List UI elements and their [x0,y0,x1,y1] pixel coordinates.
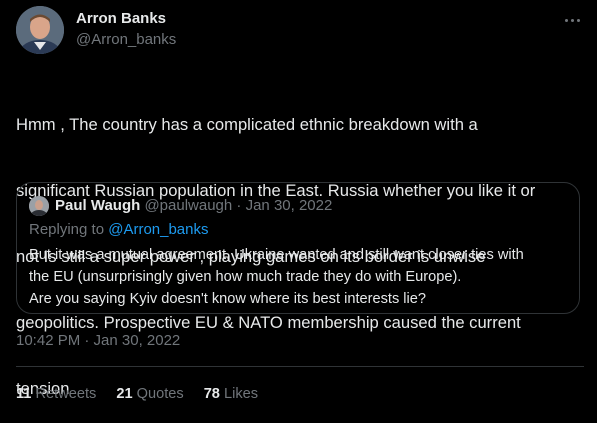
author-avatar[interactable] [16,6,64,54]
quoted-tweet-header: Paul Waugh @paulwaugh · Jan 30, 2022 [55,197,332,214]
retweets-stat[interactable]: 11 Retweets [16,386,96,402]
quoted-text-line: But it was a mutual agreement, Ukraine w… [29,247,524,263]
quotes-count: 21 [116,386,137,402]
divider [16,366,584,367]
more-horizontal-icon [563,18,581,22]
replying-to-prefix: Replying to [29,221,109,238]
quoted-text-line: Are you saying Kyiv doesn't know where i… [29,291,427,307]
retweets-label: Retweets [35,386,97,402]
replying-to-link[interactable]: @Arron_banks [108,221,208,238]
likes-label: Likes [223,386,259,402]
tweet-text-line: geopolitics. Prospective EU & NATO membe… [16,313,521,332]
quoted-author-avatar[interactable] [29,196,49,216]
quoted-author-name[interactable]: Paul Waugh [55,197,144,214]
tweet-stats: 11 Retweets 21 Quotes 78 Likes [16,386,278,402]
quotes-label: Quotes [136,386,184,402]
quoted-date[interactable]: Jan 30, 2022 [246,197,333,214]
quoted-separator: · [236,197,246,214]
quotes-stat[interactable]: 21 Quotes [116,386,183,402]
quoted-author-handle[interactable]: @paulwaugh [144,197,236,214]
more-options-button[interactable] [560,10,584,30]
quoted-replying-to: Replying to @Arron_banks [29,221,209,238]
quoted-tweet-card[interactable]: Paul Waugh @paulwaugh · Jan 30, 2022 Rep… [16,182,580,314]
quoted-text-line: the EU (unsurprisingly given how much tr… [29,269,462,285]
tweet-text-line: Hmm , The country has a complicated ethn… [16,115,478,134]
retweets-count: 11 [16,386,36,402]
quoted-tweet-text: But it was a mutual agreement, Ukraine w… [29,244,569,310]
author-handle[interactable]: @Arron_banks [76,31,176,48]
likes-count: 78 [203,386,224,402]
author-name[interactable]: Arron Banks [76,10,166,27]
likes-stat[interactable]: 78 Likes [204,386,258,402]
tweet-timestamp[interactable]: 10:42 PM · Jan 30, 2022 [16,332,180,349]
